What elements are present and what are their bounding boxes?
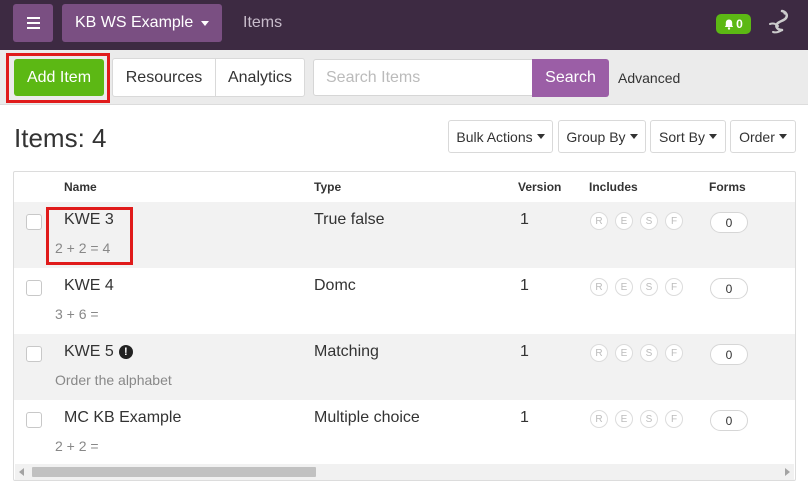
notifications-count: 0	[736, 17, 743, 31]
hamburger-icon	[26, 17, 40, 19]
add-item-button[interactable]: Add Item	[14, 59, 104, 96]
include-s-indicator: S	[640, 410, 658, 428]
item-version: 1	[520, 409, 529, 426]
include-f-indicator: F	[665, 410, 683, 428]
include-e-indicator: E	[615, 278, 633, 296]
search-input[interactable]	[313, 59, 534, 96]
item-type: Multiple choice	[314, 409, 420, 426]
include-e-indicator: E	[615, 410, 633, 428]
item-type: Matching	[314, 343, 379, 360]
column-header-version[interactable]: Version	[518, 180, 561, 194]
row-checkbox[interactable]	[26, 280, 42, 296]
item-name-link[interactable]: KWE 4	[64, 277, 114, 295]
scroll-right-icon[interactable]	[785, 468, 790, 476]
scrollbar-thumb[interactable]	[32, 467, 316, 477]
main-menu-button[interactable]	[13, 4, 53, 42]
order-dropdown[interactable]: Order	[730, 120, 796, 153]
forms-count-badge[interactable]: 0	[710, 278, 748, 299]
include-f-indicator: F	[665, 212, 683, 230]
include-e-indicator: E	[615, 212, 633, 230]
table-row[interactable]: MC KB Example 2 + 2 = Multiple choice 1 …	[14, 400, 795, 466]
row-checkbox[interactable]	[26, 412, 42, 428]
logo-icon	[769, 9, 789, 34]
resources-button[interactable]: Resources	[112, 58, 216, 97]
forms-count-badge[interactable]: 0	[710, 344, 748, 365]
item-name-link[interactable]: KWE 5 !	[64, 343, 133, 361]
scroll-left-icon[interactable]	[19, 468, 24, 476]
group-by-dropdown[interactable]: Group By	[558, 120, 646, 153]
chevron-down-icon	[708, 134, 717, 139]
item-description: Order the alphabet	[55, 372, 172, 388]
include-r-indicator: R	[590, 410, 608, 428]
column-header-forms[interactable]: Forms	[709, 180, 746, 194]
include-s-indicator: S	[640, 212, 658, 230]
include-s-indicator: S	[640, 344, 658, 362]
top-bar: KB WS Example Items 0	[0, 0, 808, 50]
horizontal-scrollbar[interactable]	[15, 464, 794, 480]
chevron-down-icon	[629, 134, 638, 139]
item-description: 3 + 6 =	[55, 306, 99, 322]
search-button[interactable]: Search	[532, 59, 609, 97]
item-name-highlight	[46, 207, 133, 265]
item-type: True false	[314, 211, 385, 228]
item-version: 1	[520, 277, 529, 294]
page-title: Items: 4	[14, 123, 107, 153]
workspace-dropdown[interactable]: KB WS Example	[62, 4, 222, 42]
chevron-down-icon	[201, 20, 210, 26]
chevron-down-icon	[536, 134, 545, 139]
notifications-badge[interactable]: 0	[716, 14, 751, 34]
column-header-name[interactable]: Name	[64, 180, 97, 194]
forms-count-badge[interactable]: 0	[710, 212, 748, 233]
forms-count-badge[interactable]: 0	[710, 410, 748, 431]
table-row[interactable]: KWE 4 3 + 6 = Domc 1 R E S F 0	[14, 268, 795, 334]
bell-icon	[724, 19, 734, 30]
include-s-indicator: S	[640, 278, 658, 296]
include-f-indicator: F	[665, 278, 683, 296]
nav-items-link[interactable]: Items	[243, 14, 282, 32]
include-r-indicator: R	[590, 278, 608, 296]
advanced-search-link[interactable]: Advanced	[618, 70, 680, 86]
column-header-includes: Includes	[589, 180, 638, 194]
row-checkbox[interactable]	[26, 214, 42, 230]
analytics-button[interactable]: Analytics	[215, 58, 305, 97]
bulk-actions-dropdown[interactable]: Bulk Actions	[448, 120, 553, 153]
include-r-indicator: R	[590, 344, 608, 362]
item-version: 1	[520, 343, 529, 360]
table-row[interactable]: KWE 5 ! Order the alphabet Matching 1 R …	[14, 334, 795, 400]
column-header-type[interactable]: Type	[314, 180, 341, 194]
include-e-indicator: E	[615, 344, 633, 362]
include-r-indicator: R	[590, 212, 608, 230]
item-version: 1	[520, 211, 529, 228]
row-checkbox[interactable]	[26, 346, 42, 362]
chevron-down-icon	[778, 134, 787, 139]
sort-by-dropdown[interactable]: Sort By	[650, 120, 726, 153]
item-description: 2 + 2 =	[55, 438, 99, 454]
include-f-indicator: F	[665, 344, 683, 362]
item-name-link[interactable]: MC KB Example	[64, 409, 181, 427]
item-type: Domc	[314, 277, 356, 294]
exclamation-icon: !	[118, 345, 133, 359]
workspace-label: KB WS Example	[75, 14, 194, 31]
